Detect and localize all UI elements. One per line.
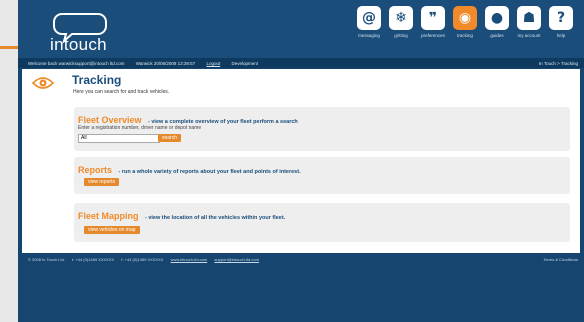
section-title: Reports	[78, 165, 113, 175]
drop-icon: ●	[485, 6, 509, 30]
section-title: Fleet Mapping	[78, 211, 139, 221]
snowflake-icon: ❄	[389, 6, 413, 30]
terms-link[interactable]: Terms & Conditions	[543, 257, 578, 262]
fleet-overview-section: Fleet Overview - view a complete overvie…	[74, 107, 570, 151]
nav-label: help	[556, 33, 566, 38]
breadcrumb[interactable]: In Touch > Tracking	[539, 61, 578, 66]
fax-text: f: +44 (0)1489 XXXXXX	[121, 257, 164, 262]
logout-link[interactable]: Logout	[206, 61, 220, 66]
status-bar: Welcome back warwicksupport@intouch ltd.…	[18, 58, 584, 68]
phone-text: t: +44 (0)1489 XXXXXX	[72, 257, 115, 262]
development-link[interactable]: Development	[231, 61, 258, 66]
nav-label: tracking	[457, 33, 473, 38]
footer: © 2008 In Touch Ltd. t: +44 (0)1489 XXXX…	[18, 256, 584, 264]
section-desc: - view the location of all the vehicles …	[144, 215, 286, 221]
header: intouch @ messaging ❄ gritting ❞ prefere…	[18, 0, 584, 58]
reports-section: Reports - run a whole variety of reports…	[74, 157, 570, 194]
section-desc: - run a whole variety of reports about y…	[118, 169, 301, 175]
eye-icon: ◉	[453, 6, 477, 30]
view-reports-button[interactable]: view reports	[84, 178, 119, 186]
nav-help[interactable]: ? help	[546, 6, 576, 38]
email-link[interactable]: support@intouch-ltd.com	[214, 257, 259, 262]
copyright-text: © 2008 In Touch Ltd.	[28, 257, 65, 262]
nav-gritting[interactable]: ❄ gritting	[386, 6, 416, 38]
page-title: Tracking	[72, 73, 122, 87]
logo[interactable]: intouch	[32, 10, 122, 54]
website-link[interactable]: www.intouch-ltd.com	[171, 257, 208, 262]
section-title: Fleet Overview	[78, 115, 142, 125]
welcome-text: Welcome back warwicksupport@intouch ltd.…	[28, 60, 125, 66]
view-map-button[interactable]: view vehicles on map	[84, 226, 140, 234]
quote-icon: ❞	[421, 6, 445, 30]
nav-label: preferences	[421, 33, 445, 38]
search-input[interactable]: All	[78, 134, 160, 143]
search-hint: Enter a registration number, driver name…	[78, 125, 202, 131]
datetime-text: Warwick 20/06/2008 13:39:57	[135, 60, 196, 66]
logo-text: intouch	[50, 35, 107, 54]
user-icon: ☗	[517, 6, 541, 30]
search-button[interactable]: search	[158, 134, 182, 142]
nav-guides[interactable]: ● guides	[482, 6, 512, 38]
tracking-eye-icon	[32, 77, 54, 89]
accent-bar	[0, 46, 18, 49]
nav-label: messaging	[358, 33, 380, 38]
nav-label: guides	[490, 33, 504, 38]
nav-tracking[interactable]: ◉ tracking	[450, 6, 480, 38]
question-icon: ?	[549, 6, 573, 30]
app-frame: intouch @ messaging ❄ gritting ❞ prefere…	[0, 0, 584, 322]
nav-my-account[interactable]: ☗ my account	[514, 6, 544, 38]
nav-label: my account	[517, 33, 541, 38]
main-nav: @ messaging ❄ gritting ❞ preferences ◉ t…	[354, 6, 576, 38]
nav-messaging[interactable]: @ messaging	[354, 6, 384, 38]
nav-label: gritting	[394, 33, 408, 38]
page-subtitle: Here you can search for and track vehicl…	[73, 89, 170, 95]
main-content: Tracking Here you can search for and tra…	[22, 69, 580, 253]
fleet-mapping-section: Fleet Mapping - view the location of all…	[74, 203, 570, 242]
nav-preferences[interactable]: ❞ preferences	[418, 6, 448, 38]
at-icon: @	[357, 6, 381, 30]
bottom-panel	[18, 266, 584, 322]
